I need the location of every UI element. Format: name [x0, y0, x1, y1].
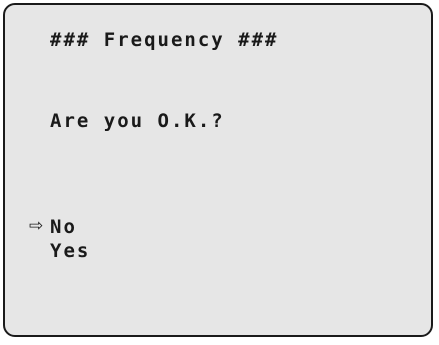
confirm-prompt: Are you O.K.?: [50, 110, 225, 132]
menu-screen: ### Frequency ### Are you O.K.? ⇨ No Yes: [3, 3, 433, 337]
selection-cursor-icon: ⇨: [29, 216, 44, 236]
option-no[interactable]: No: [50, 215, 77, 239]
option-yes[interactable]: Yes: [50, 239, 90, 263]
menu-title: ### Frequency ###: [50, 29, 279, 51]
